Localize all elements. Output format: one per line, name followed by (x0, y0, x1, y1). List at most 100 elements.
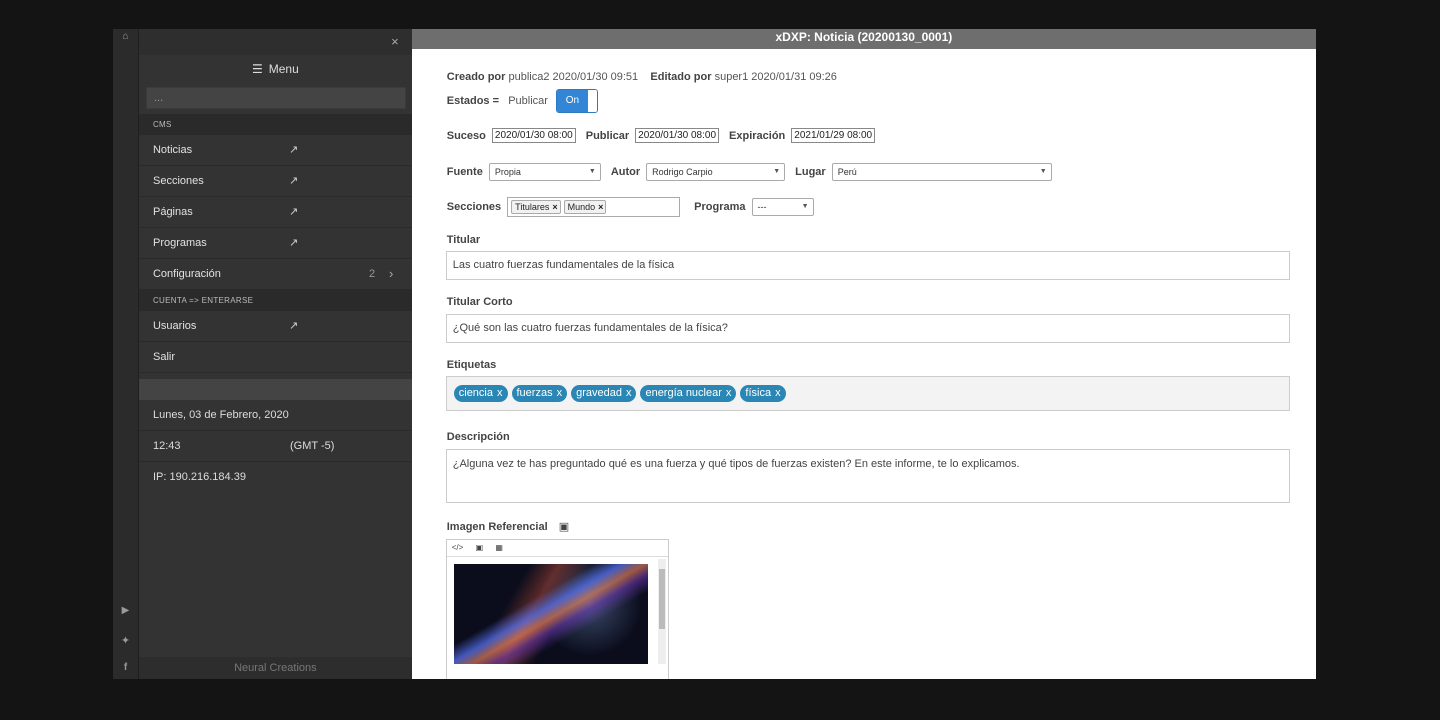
publicar-input[interactable]: 2020/01/30 08:00 (635, 128, 720, 143)
estados-row: Estados = Publicar On (447, 89, 598, 113)
suceso-input[interactable]: 2020/01/30 08:00 (491, 128, 576, 143)
section-chip: Titulares × (511, 200, 561, 214)
edited-label: Editado por (650, 71, 712, 83)
sections-row: Secciones Titulares × Mundo × Programa ---… (447, 197, 824, 217)
image-scrollbar[interactable] (657, 559, 666, 664)
secciones-label: Secciones (446, 201, 502, 213)
icon-strip: ⌂ ▶ ✦ f (113, 29, 139, 679)
programa-select[interactable]: --- ▼ (751, 198, 814, 216)
sidebar-item-label: Secciones (152, 175, 204, 187)
autor-label: Autor (610, 166, 641, 178)
sidebar-item-usuarios[interactable]: Usuarios ↗ (138, 311, 412, 342)
scrollbar-thumb[interactable] (658, 569, 665, 629)
youtube-icon[interactable]: ▶ (113, 605, 138, 616)
lugar-label: Lugar (795, 166, 826, 178)
remove-icon[interactable]: x (557, 387, 563, 399)
app-window: ⌂ ▶ ✦ f × ☰ Menu ... CMS Noticias ↗ Secci… (113, 29, 1316, 679)
ip-display: IP: 190.216.184.39 (152, 471, 246, 483)
crop-icon[interactable]: ▦ (495, 543, 503, 552)
section-cms: CMS (138, 114, 412, 135)
external-link-icon[interactable]: ↗ (289, 228, 298, 258)
external-link-icon[interactable]: ↗ (289, 135, 298, 165)
external-link-icon[interactable]: ↗ (289, 197, 298, 227)
time-display: 12:43 (GMT -5) (138, 431, 412, 462)
page-title: xDXP: Noticia (20200130_0001) (411, 29, 1316, 49)
external-link-icon[interactable]: ↗ (289, 166, 298, 196)
programa-label: Programa (694, 201, 746, 213)
estados-label: Estados = (446, 95, 500, 107)
chevron-right-icon: › (388, 266, 394, 281)
tag-chip: gravedad x (571, 385, 637, 402)
titular-label: Titular (446, 234, 481, 246)
expiracion-input[interactable]: 2021/01/29 08:00 (791, 128, 876, 143)
dates-row: Suceso 2020/01/30 08:00 Publicar 2020/01… (447, 128, 885, 143)
tag-label: fuerzas (516, 387, 553, 399)
sidebar-item-label: Noticias (152, 144, 193, 156)
fuente-label: Fuente (446, 166, 483, 178)
sidebar-item-paginas[interactable]: Páginas ↗ (138, 197, 412, 228)
estados-value: Publicar (508, 95, 548, 107)
descripcion-label: Descripción (446, 431, 510, 443)
sidebar-item-label: Páginas (152, 206, 193, 218)
sidebar-search-input[interactable]: ... (145, 87, 406, 109)
facebook-icon[interactable]: f (113, 662, 138, 673)
sidebar-item-salir[interactable]: Salir (138, 342, 412, 373)
remove-icon[interactable]: x (726, 387, 732, 399)
tag-chip: energía nuclear x (640, 385, 737, 402)
twitter-icon[interactable]: ✦ (113, 634, 138, 647)
fuente-select[interactable]: Propia ▼ (488, 163, 601, 181)
sidebar-item-secciones[interactable]: Secciones ↗ (138, 166, 412, 197)
suceso-label: Suceso (446, 129, 486, 142)
chip-label: Titulares (515, 202, 550, 212)
image-select-icon[interactable]: ▣ (559, 521, 569, 533)
edited-value: super1 2020/01/31 09:26 (714, 71, 837, 83)
expiracion-label: Expiración (729, 129, 786, 142)
main-panel: xDXP: Noticia (20200130_0001) Creado por… (411, 29, 1316, 679)
titular-input[interactable]: Las cuatro fuerzas fundamentales de la f… (445, 251, 1290, 280)
close-icon[interactable]: × (391, 34, 399, 49)
timezone-value: (GMT -5) (289, 440, 335, 452)
external-link-icon[interactable]: ↗ (289, 311, 298, 341)
descripcion-textarea[interactable]: ¿Alguna vez te has preguntado qué es una… (445, 449, 1290, 503)
publish-toggle[interactable]: On (555, 89, 598, 113)
secciones-input[interactable]: Titulares × Mundo × (507, 197, 681, 217)
lugar-select[interactable]: Perú ▼ (831, 163, 1052, 181)
code-icon[interactable]: </> (452, 543, 464, 552)
remove-icon[interactable]: x (775, 387, 781, 399)
section-account: CUENTA => ENTERARSE (138, 290, 412, 311)
image-icon[interactable]: ▣ (476, 543, 484, 552)
lugar-value: Perú (837, 167, 857, 177)
created-value: publica2 2020/01/30 09:51 (508, 71, 639, 83)
etiquetas-label: Etiquetas (446, 359, 497, 371)
etiquetas-input[interactable]: ciencia x fuerzas x gravedad x energía nuclear… (445, 376, 1290, 411)
tag-label: energía nuclear (645, 387, 722, 399)
menu-title[interactable]: ☰ Menu (139, 55, 412, 83)
sidebar-spacer (138, 379, 412, 400)
date-display: Lunes, 03 de Febrero, 2020 (138, 400, 412, 431)
toggle-on-label: On (556, 90, 588, 112)
dropdown-arrow-icon: ▼ (773, 168, 781, 175)
meta-row: Creado por publica2 2020/01/30 09:51 Edi… (447, 71, 837, 83)
titular-corto-input[interactable]: ¿Qué son las cuatro fuerzas fundamentale… (445, 314, 1290, 343)
sidebar-item-label: Salir (152, 351, 175, 363)
autor-select[interactable]: Rodrigo Carpio ▼ (646, 163, 786, 181)
sidebar: × ☰ Menu ... CMS Noticias ↗ Secciones ↗ P… (138, 29, 412, 679)
reference-image (453, 564, 648, 664)
remove-icon[interactable]: x (497, 387, 503, 399)
tag-label: gravedad (576, 387, 622, 399)
sidebar-header: × (138, 29, 412, 55)
tag-chip: física x (740, 385, 786, 402)
sidebar-item-noticias[interactable]: Noticias ↗ (138, 135, 412, 166)
remove-icon[interactable]: x (626, 387, 632, 399)
source-row: Fuente Propia ▼ Autor Rodrigo Carpio ▼ Lug… (447, 163, 1062, 181)
image-toolbar: </> ▣ ▦ (446, 540, 668, 557)
toggle-handle (587, 90, 597, 112)
sidebar-item-programas[interactable]: Programas ↗ (138, 228, 412, 259)
home-icon[interactable]: ⌂ (113, 31, 138, 42)
remove-icon[interactable]: × (598, 202, 603, 212)
section-chip: Mundo × (563, 200, 607, 214)
remove-icon[interactable]: × (552, 202, 557, 212)
dropdown-arrow-icon: ▼ (1039, 168, 1047, 175)
sidebar-footer: Neural Creations (138, 657, 412, 679)
sidebar-item-configuracion[interactable]: Configuración 2 › (138, 259, 412, 290)
